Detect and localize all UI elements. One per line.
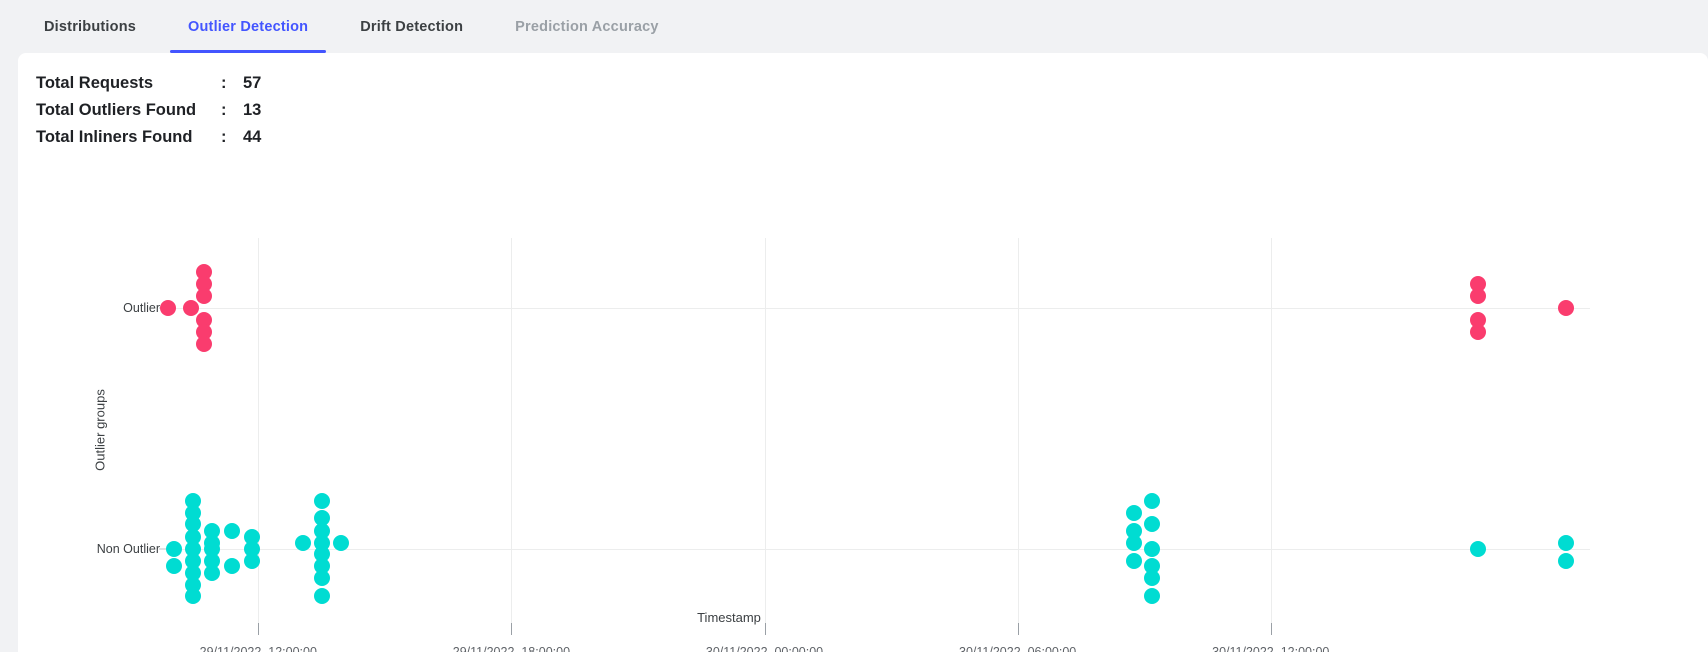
scatter-point-non-outlier[interactable] bbox=[204, 534, 221, 551]
scatter-point-non-outlier[interactable] bbox=[313, 534, 330, 551]
y-axis-title: Outlier groups bbox=[92, 389, 108, 471]
scatter-point-non-outlier[interactable] bbox=[165, 558, 182, 575]
scatter-point-non-outlier[interactable] bbox=[1125, 552, 1142, 569]
scatter-point-non-outlier[interactable] bbox=[1144, 540, 1161, 557]
scatter-point-non-outlier[interactable] bbox=[185, 540, 202, 557]
scatter-point-non-outlier[interactable] bbox=[1144, 516, 1161, 533]
y-gridline bbox=[168, 308, 1590, 310]
x-tick-label: 30/11/2022, 12:00:00 bbox=[1212, 645, 1330, 652]
scatter-point-non-outlier[interactable] bbox=[332, 534, 349, 551]
tab-label: Outlier Detection bbox=[188, 18, 309, 35]
scatter-point-outlier[interactable] bbox=[1469, 287, 1486, 304]
stat-separator: : bbox=[221, 128, 227, 146]
scatter-point-non-outlier[interactable] bbox=[1144, 570, 1161, 587]
x-tick-mark bbox=[511, 623, 513, 635]
tab-drift-detection[interactable]: Drift Detection bbox=[334, 0, 489, 53]
stat-separator: : bbox=[221, 74, 227, 92]
outlier-detection-page: Distributions Outlier Detection Drift Dete… bbox=[0, 0, 1708, 652]
stat-label: Total Outliers Found bbox=[36, 101, 197, 119]
stat-value: 13 bbox=[243, 101, 262, 119]
content-card: Total Requests:57 Total Outliers Found:13… bbox=[18, 53, 1708, 652]
stat-row: Total Outliers Found:13 bbox=[36, 101, 261, 128]
scatter-point-non-outlier[interactable] bbox=[223, 558, 240, 575]
scatter-point-non-outlier[interactable] bbox=[1557, 534, 1574, 551]
stat-value: 57 bbox=[243, 74, 262, 92]
scatter-point-non-outlier[interactable] bbox=[295, 534, 312, 551]
x-tick-label: 29/11/2022, 12:00:00 bbox=[199, 645, 317, 652]
y-tick-label: Non Outlier bbox=[96, 541, 160, 556]
stat-row: Total Requests:57 bbox=[36, 74, 261, 101]
y-gridline bbox=[168, 548, 1590, 550]
x-tick-mark bbox=[1017, 623, 1019, 635]
tab-label: Prediction Accuracy bbox=[515, 18, 659, 35]
scatter-point-outlier[interactable] bbox=[1469, 323, 1486, 340]
scatter-point-non-outlier[interactable] bbox=[1557, 552, 1574, 569]
scatter-point-outlier[interactable] bbox=[160, 300, 176, 317]
scatter-point-non-outlier[interactable] bbox=[1144, 492, 1161, 509]
x-tick-label: 30/11/2022, 00:00:00 bbox=[705, 645, 824, 652]
scatter-point-outlier[interactable] bbox=[1557, 300, 1574, 317]
plot-area: Outlier groups 29/11/2022, 12:00:00 29/11… bbox=[93, 238, 1590, 652]
scatter-point-non-outlier[interactable] bbox=[313, 570, 330, 587]
x-gridline bbox=[511, 238, 513, 623]
scatter-point-non-outlier[interactable] bbox=[165, 540, 182, 557]
x-tick-label: 30/11/2022, 06:00:00 bbox=[959, 645, 1077, 652]
scatter-point-non-outlier[interactable] bbox=[1144, 588, 1161, 605]
x-gridline bbox=[258, 238, 260, 623]
stat-separator: : bbox=[221, 101, 227, 119]
x-axis-title: Timestamp bbox=[697, 610, 761, 625]
stat-label: Total Inliners Found bbox=[36, 128, 193, 146]
scatter-point-non-outlier[interactable] bbox=[223, 522, 240, 539]
outlier-scatter-chart: Outlier groups 29/11/2022, 12:00:00 29/11… bbox=[18, 173, 1708, 652]
summary-stats: Total Requests:57 Total Outliers Found:13… bbox=[36, 74, 261, 155]
x-tick-mark bbox=[764, 623, 766, 635]
x-tick-mark bbox=[1270, 623, 1272, 635]
scatter-point-non-outlier[interactable] bbox=[204, 564, 221, 581]
stat-row: Total Inliners Found:44 bbox=[36, 128, 261, 155]
tab-outlier-detection[interactable]: Outlier Detection bbox=[162, 0, 334, 53]
scatter-point-outlier[interactable] bbox=[195, 287, 212, 304]
stat-label: Total Requests bbox=[36, 74, 154, 92]
scatter-point-non-outlier[interactable] bbox=[243, 552, 260, 569]
scatter-point-non-outlier[interactable] bbox=[313, 492, 330, 509]
x-tick-label: 29/11/2022, 18:00:00 bbox=[452, 645, 571, 652]
stat-value: 44 bbox=[243, 128, 262, 146]
x-gridline bbox=[1017, 238, 1019, 623]
scatter-point-non-outlier[interactable] bbox=[185, 588, 202, 605]
tab-prediction-accuracy[interactable]: Prediction Accuracy bbox=[489, 0, 684, 53]
scatter-point-non-outlier[interactable] bbox=[1125, 504, 1142, 521]
tab-distributions[interactable]: Distributions bbox=[18, 0, 162, 53]
scatter-point-non-outlier[interactable] bbox=[313, 588, 330, 605]
tab-bar: Distributions Outlier Detection Drift Dete… bbox=[0, 0, 1708, 53]
x-gridline bbox=[764, 238, 766, 623]
scatter-point-non-outlier[interactable] bbox=[1125, 522, 1142, 539]
scatter-point-outlier[interactable] bbox=[195, 335, 212, 352]
scatter-point-non-outlier[interactable] bbox=[1470, 540, 1487, 557]
tab-label: Distributions bbox=[44, 18, 137, 35]
x-gridline bbox=[1270, 238, 1272, 623]
x-tick-mark bbox=[258, 623, 260, 635]
tab-label: Drift Detection bbox=[360, 18, 464, 35]
